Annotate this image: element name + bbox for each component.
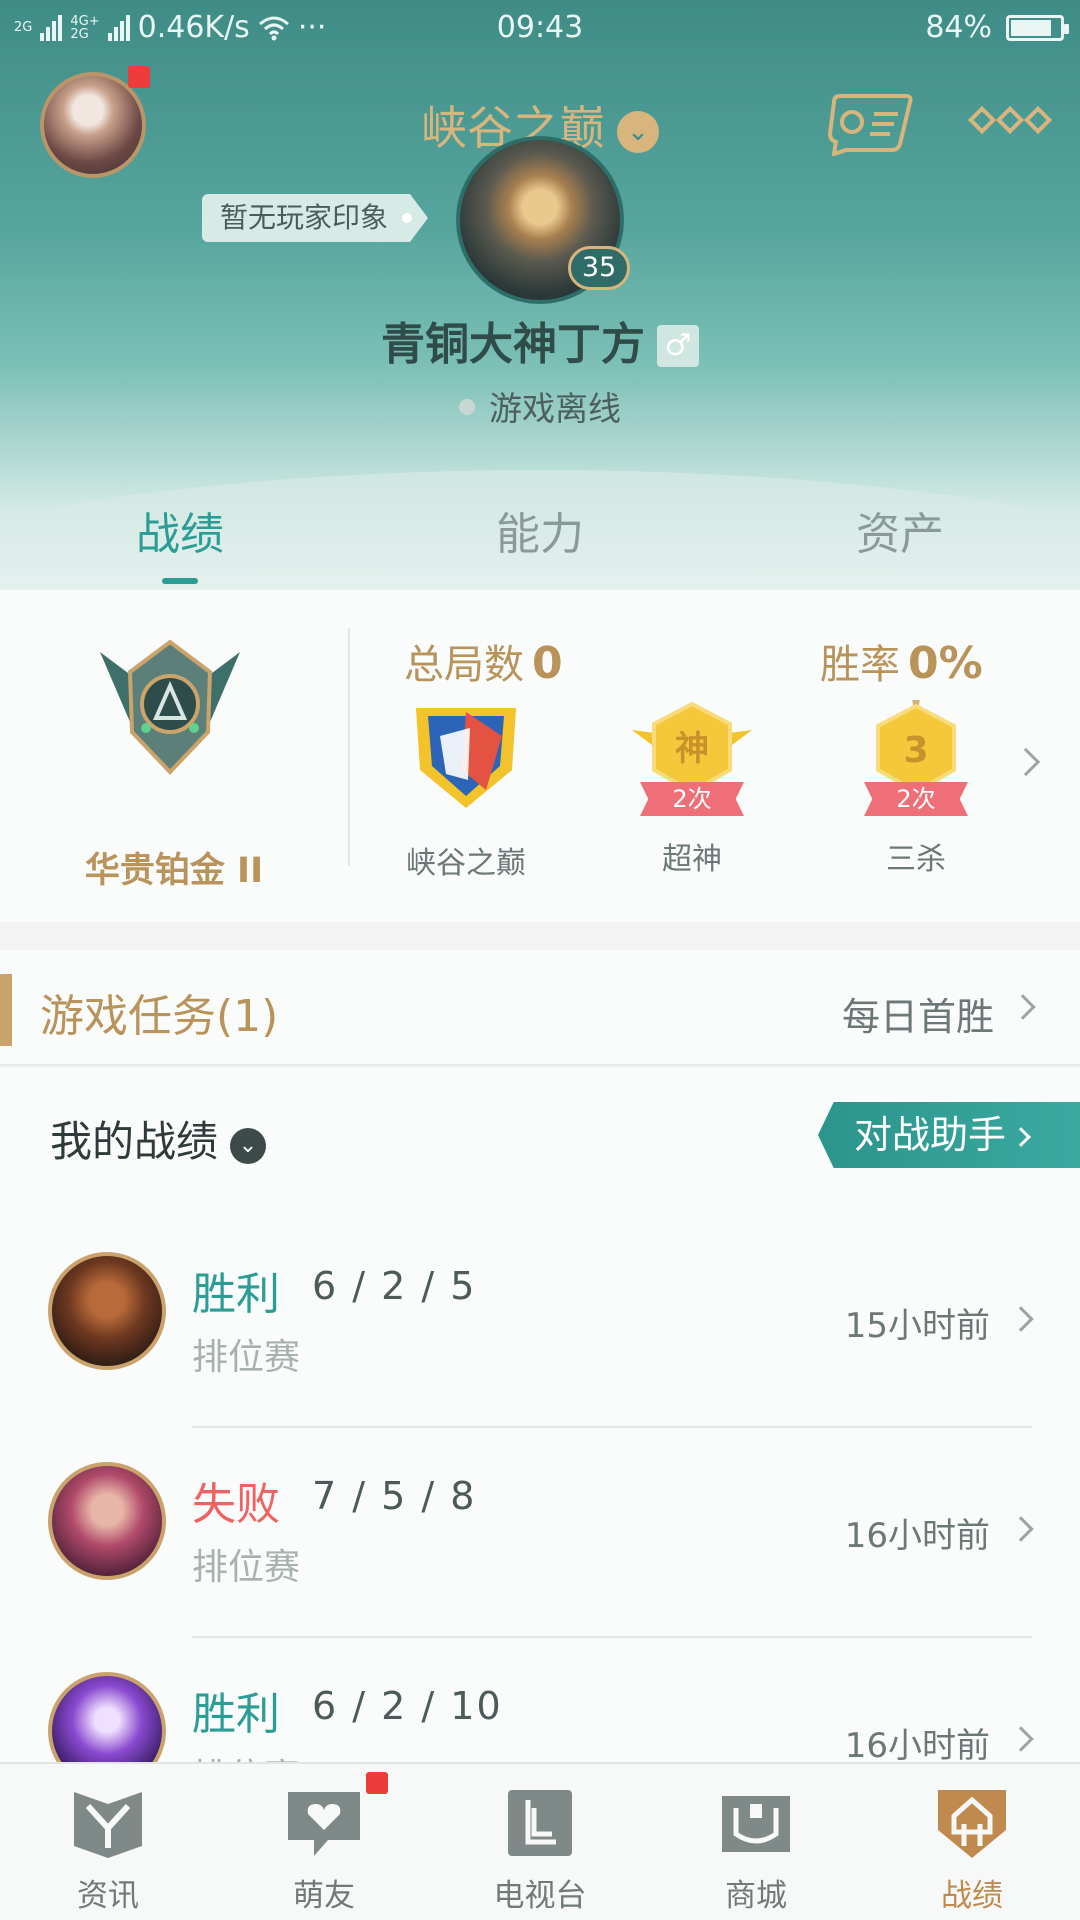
battle-assistant-label: 对战助手 [854,1113,1007,1157]
offline-dot-icon [459,399,475,415]
notification-dot [128,66,150,88]
chevron-right-icon [1008,1306,1034,1332]
nav-news[interactable]: 资讯 [0,1764,216,1920]
match-row[interactable]: 胜利 6 / 2 / 5 排位赛 15小时前 [0,1218,1080,1428]
tab-assets[interactable]: 资产 [720,498,1080,590]
chevron-down-icon: ⌄ [617,111,659,153]
badge-canyon-peak[interactable]: 峡谷之巅 [396,700,536,882]
nav-tv[interactable]: 电视台 [432,1764,648,1920]
nav-label: 电视台 [493,1878,587,1914]
level-badge: 35 [568,246,630,290]
chevron-right-icon [1010,994,1036,1020]
nav-label: 商城 [725,1878,787,1914]
shop-icon [722,1796,790,1852]
chevron-right-icon[interactable] [1011,747,1041,777]
divider [348,628,350,866]
badge-triple-kill[interactable]: 3 2次 三杀 [846,698,986,878]
bottom-nav: 资讯 萌友 电视台 商城 战绩 [0,1762,1080,1920]
total-games-label: 总局数 [404,642,524,688]
match-result: 胜利 [192,1689,280,1740]
nav-friends[interactable]: 萌友 [216,1764,432,1920]
win-rate-value: 0% [908,638,983,689]
my-records-section: 我的战绩 ⌄ 对战助手 胜利 6 / 2 / 5 排位赛 15小时前 失败 7 /… [0,1068,1080,1762]
match-time: 16小时前 [844,1726,990,1762]
tab-ability[interactable]: 能力 [360,498,720,590]
badge-legendary[interactable]: 神 2次 超神 [622,700,762,878]
nav-shop[interactable]: 商城 [648,1764,864,1920]
match-time: 15小时前 [844,1306,990,1346]
match-kda: 7 / 5 / 8 [312,1474,477,1518]
nav-label: 战绩 [941,1878,1003,1914]
match-kda: 6 / 2 / 10 [312,1684,503,1728]
match-mode: 排位赛 [192,1547,301,1588]
battery-icon [1006,14,1069,41]
chevron-down-icon: ⌄ [230,1128,267,1164]
total-games: 总局数 0 [404,632,563,690]
rank-name: 华贵铂金 II [84,851,264,891]
male-gender-icon: ♂ [657,325,699,367]
win-rate-label: 胜率 [820,642,900,688]
tv-icon [508,1790,572,1856]
status-bar: 2G 4G+ 2G 0.46K/s ··· 09:43 84% [0,0,1080,56]
match-mode: 排位赛 [192,1337,301,1378]
match-row[interactable]: 胜利 6 / 2 / 10 排位赛 16小时前 [0,1638,1080,1762]
match-kda: 6 / 2 / 5 [312,1264,477,1308]
records-icon [938,1790,1006,1858]
triple-kill-glyph: 3 [903,730,928,771]
online-status-text: 游戏离线 [489,389,621,428]
message-icon[interactable] [826,92,914,156]
impression-tag[interactable]: 暂无玩家印象 [202,194,429,242]
hero-avatar [48,1252,166,1370]
match-result: 失败 [192,1479,280,1530]
profile-header: 2G 4G+ 2G 0.46K/s ··· 09:43 84% 峡谷之巅 ⌄ 暂无… [0,0,1080,590]
battle-assistant-button[interactable]: 对战助手 [818,1102,1080,1168]
legendary-badge-icon: 神 2次 [632,700,752,816]
records-filter[interactable]: 我的战绩 ⌄ [50,1108,267,1169]
rank-emblem-icon[interactable] [90,632,250,782]
badge-count: 2次 [864,782,968,816]
match-mode: 排位赛 [192,1748,300,1762]
clock: 09:43 [496,10,584,45]
total-games-value: 0 [532,638,563,689]
nav-label: 资讯 [77,1878,139,1914]
nav-label: 萌友 [293,1878,355,1914]
chevron-right-icon [1011,1127,1031,1147]
friends-icon [288,1792,360,1856]
more-options-icon[interactable] [967,105,1053,135]
online-status: 游戏离线 [0,382,1080,430]
task-title: 游戏任务(1) [40,991,279,1042]
match-result: 胜利 [192,1269,280,1320]
hero-avatar [48,1462,166,1580]
task-accent-bar [0,974,12,1046]
notification-dot [366,1772,388,1794]
badge-count: 2次 [640,782,744,816]
player-name: 青铜大神丁方 [381,319,645,370]
chevron-right-icon [1008,1516,1034,1542]
tab-records[interactable]: 战绩 [0,498,360,590]
badge-label: 峡谷之巅 [406,846,526,881]
legendary-glyph: 神 [675,729,709,769]
daily-first-win: 每日首胜 [841,995,994,1039]
chevron-right-icon [1008,1726,1034,1752]
stats-card: 华贵铂金 II 总局数 0 胜率 0% 峡谷之巅 神 2次 超神 3 2次 三杀 [0,590,1080,922]
match-time: 16小时前 [844,1516,990,1556]
canyon-peak-badge-icon [416,708,516,808]
battery-percent: 84% [925,10,992,45]
badge-label: 超神 [662,842,722,877]
match-row[interactable]: 失败 7 / 5 / 8 排位赛 16小时前 [0,1428,1080,1638]
badge-label: 三杀 [886,842,946,877]
nav-records[interactable]: 战绩 [864,1764,1080,1920]
game-task-row[interactable]: 游戏任务(1) 每日首胜 [0,950,1080,1066]
profile-tabs: 战绩 能力 资产 [0,498,1080,590]
news-icon [74,1792,142,1858]
win-rate: 胜率 0% [820,632,983,690]
hero-avatar [48,1672,166,1762]
player-name-row: 青铜大神丁方 ♂ [0,308,1080,372]
records-title: 我的战绩 [50,1117,219,1166]
triple-kill-badge-icon: 3 2次 [856,698,976,816]
